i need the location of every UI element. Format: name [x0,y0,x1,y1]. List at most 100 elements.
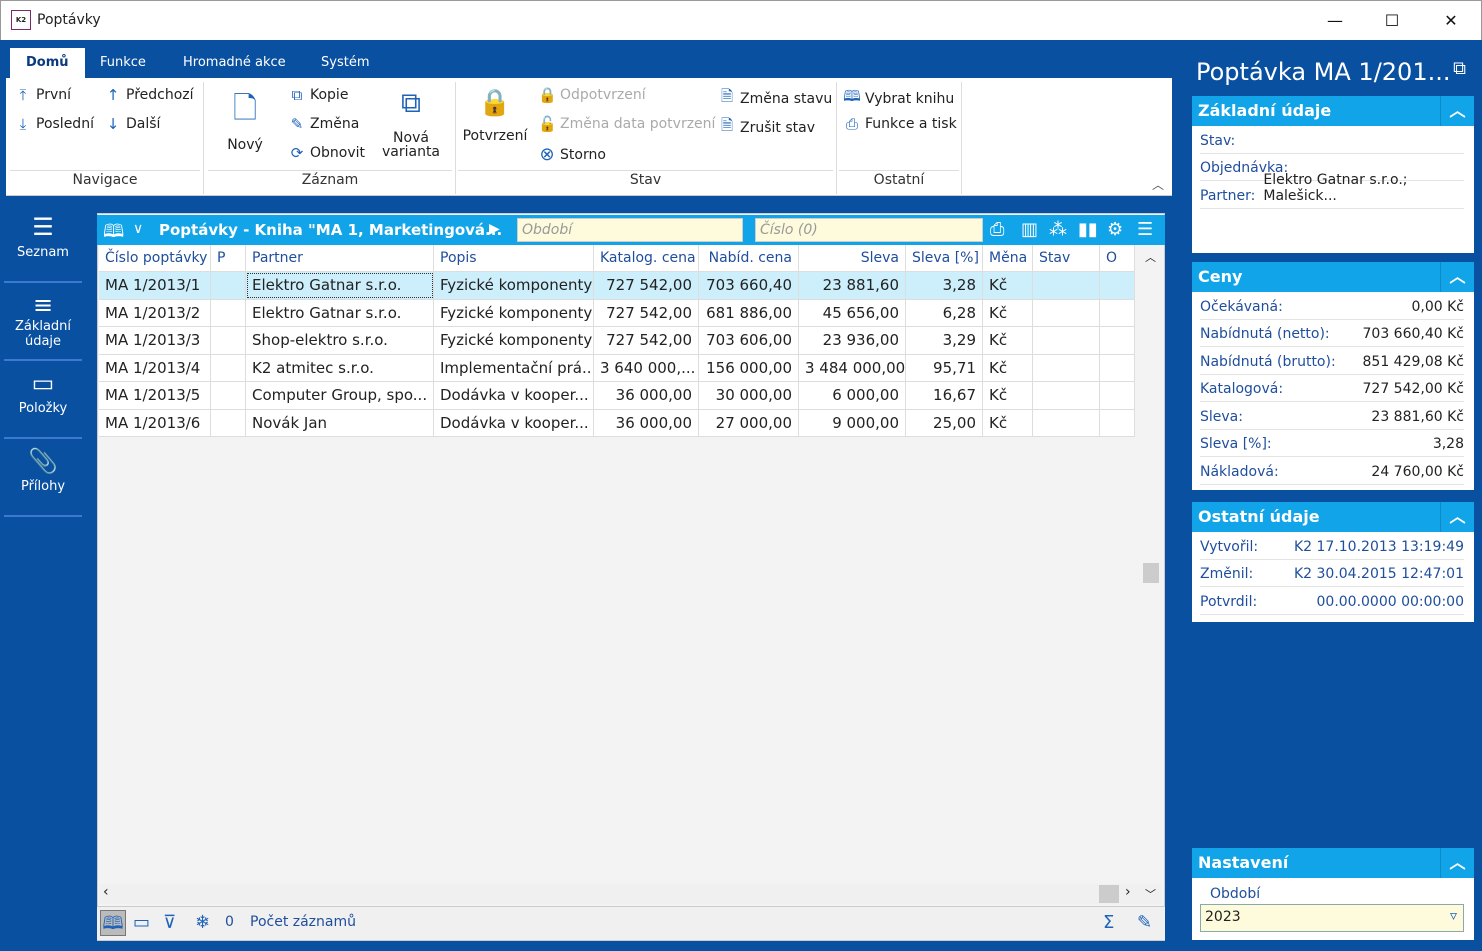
maximize-button[interactable]: ☐ [1369,7,1415,35]
gear-icon[interactable]: ⚙ [1107,219,1123,240]
table-cell [1033,299,1100,327]
title-bar: K2 Poptávky — ☐ ✕ [0,0,1482,40]
grid-header: Číslo poptávky P Partner Popis Katalog. cena… [99,245,1135,272]
book-icon: 🕮 [843,87,861,105]
table-cell: K2 atmitec s.r.o. [246,354,434,382]
field-row: Sleva: 23 881,60 Kč [1200,402,1464,430]
filter-icon[interactable]: ⊽ [163,912,176,933]
period-input[interactable]: Období [517,218,743,242]
table-row[interactable]: MA 1/2013/4 K2 atmitec s.r.o. Implementačn… [99,354,1135,382]
popout-icon[interactable]: ⧉ [1453,58,1466,79]
column-header[interactable]: O [1100,245,1135,272]
table-row[interactable]: MA 1/2013/5 Computer Group, spo... Dodávka… [99,382,1135,410]
columns-icon[interactable]: ▮▮ [1078,219,1098,240]
period-select[interactable]: 2023 ▿ [1200,904,1464,932]
column-header[interactable]: Sleva [%] [906,245,983,272]
menu-icon[interactable]: ☰ [1137,219,1153,240]
field-row: Změnil: K2 30.04.2015 12:47:01 [1200,560,1464,587]
record-count-label[interactable]: Počet záznamů [250,914,356,930]
next-button[interactable]: ↓ Další [104,115,161,133]
snowflake-icon[interactable]: ❄ [195,912,210,933]
unconfirm-button[interactable]: 🔒 Odpotvrzení [538,86,646,104]
refresh-button[interactable]: ⟳ Obnovit [288,144,365,162]
nav-zakladni-udaje[interactable]: ≡ Základní údaje [4,283,82,361]
table-row[interactable]: MA 1/2013/2 Elektro Gatnar s.r.o. Fyzické … [99,299,1135,327]
pencil-icon: ✎ [290,115,304,133]
chevron-down-icon[interactable]: ∨ [133,221,143,237]
column-header[interactable]: Katalog. cena [594,245,699,272]
sum-icon[interactable]: Σ [1103,912,1114,933]
new-variant-button[interactable]: ⧉ Nová varianta [378,86,444,160]
field-row: Nákladová: 24 760,00 Kč [1200,457,1464,485]
functions-print-button[interactable]: ⎙ Funkce a tisk [843,115,957,133]
horizontal-scrollbar[interactable]: ‹ › ﹀ [99,884,1161,904]
confirm-button[interactable]: 🔒 Potvrzení [461,88,529,144]
change-confirm-date-button[interactable]: 🔓 Změna data potvrzení [538,115,715,133]
column-header[interactable]: Stav [1033,245,1100,272]
table-cell: 681 886,00 [699,299,799,327]
storno-button[interactable]: ⊗ Storno [538,144,605,165]
select-book-button[interactable]: 🕮 Vybrat knihu [843,86,954,111]
table-row[interactable]: MA 1/2013/3 Shop-elektro s.r.o. Fyzické ko… [99,327,1135,355]
vertical-scrollbar[interactable]: ︿ [1141,245,1161,885]
previous-button[interactable]: ↑ Předchozí [104,86,194,104]
collapse-icon[interactable]: ︿ [1440,262,1474,292]
column-header[interactable]: P [211,245,246,272]
close-button[interactable]: ✕ [1428,7,1474,35]
table-cell: 36 000,00 [594,409,699,437]
table-cell: Dodávka v kooper... [434,409,594,437]
copy-button[interactable]: ⧉ Kopie [288,86,349,104]
change-state-button[interactable]: 🗎 Změna stavu [718,86,832,111]
tab-system[interactable]: Systém [305,48,385,78]
last-button[interactable]: ⤓ Poslední [14,115,94,133]
minimize-button[interactable]: — [1312,7,1358,35]
group-icon[interactable]: ⁂ [1049,219,1067,240]
nav-seznam[interactable]: ☰ Seznam [4,205,82,283]
play-icon[interactable]: ▶ [489,221,500,237]
table-row[interactable]: MA 1/2013/1 Elektro Gatnar s.r.o. Fyzické … [99,272,1135,300]
table-cell: MA 1/2013/4 [99,354,211,382]
column-header[interactable]: Popis [434,245,594,272]
tab-hromadne-akce[interactable]: Hromadné akce [167,48,302,78]
table-cell [211,382,246,409]
dropdown-icon: ▿ [1449,908,1457,924]
table-cell: 727 542,00 [594,272,699,299]
edit-button[interactable]: ✎ Změna [288,115,360,133]
grid-title: Poptávky - Kniha "MA 1, Marketingová... [159,221,503,239]
collapse-icon[interactable]: ︿ [1440,502,1474,532]
column-header[interactable]: Měna [983,245,1033,272]
pencil-icon[interactable]: ✎ [1137,912,1152,933]
table-cell [1100,299,1135,327]
tab-funkce[interactable]: Funkce [84,48,162,78]
grid-toolbar: 🕮 ∨ Poptávky - Kniha "MA 1, Marketingová… [97,215,1165,245]
nav-prilohy[interactable]: 📎 Přílohy [4,439,82,517]
details-icon: ≡ [32,291,54,319]
box-icon: ▭ [31,369,55,397]
table-cell: Computer Group, spo... [246,382,434,409]
filter-count: 0 [225,914,234,930]
collapse-icon[interactable]: ︿ [1440,96,1474,126]
column-header[interactable]: Nabíd. cena [699,245,799,272]
number-search-input[interactable]: Číslo (0) [755,218,983,242]
first-button[interactable]: ⤒ První [14,86,71,104]
field-row: Vytvořil: K2 17.10.2013 13:19:49 [1200,532,1464,560]
table-cell: 727 542,00 [594,299,699,327]
chart-icon[interactable]: ▥ [1021,219,1038,240]
new-button[interactable]: 🗋 Nový [224,86,266,153]
table-row[interactable]: MA 1/2013/6 Novák Jan Dodávka v kooper... 3… [99,409,1135,437]
column-header[interactable]: Sleva [799,245,906,272]
column-header[interactable]: Partner [246,245,434,272]
printer-icon[interactable]: ⎙ [990,219,1004,240]
nav-polozky[interactable]: ▭ Položky [4,361,82,439]
collapse-icon[interactable]: ︿ [1440,848,1474,878]
book-view-icon[interactable]: 🕮 [100,910,126,936]
column-header[interactable]: Číslo poptávky [99,245,211,272]
archive-icon[interactable]: ▭ [133,912,150,933]
collapse-ribbon-icon[interactable]: ︿ [1152,176,1164,193]
cancel-state-button[interactable]: 🗎 Zrušit stav [718,115,815,140]
tab-domu[interactable]: Domů [10,48,85,78]
grid-footer: 🕮 ▭ ⊽ ❄ 0 Počet záznamů Σ ✎ [97,906,1165,940]
table-cell: Implementační prá... [434,354,594,382]
table-cell: 156 000,00 [699,354,799,382]
table-cell: 703 606,00 [699,327,799,354]
